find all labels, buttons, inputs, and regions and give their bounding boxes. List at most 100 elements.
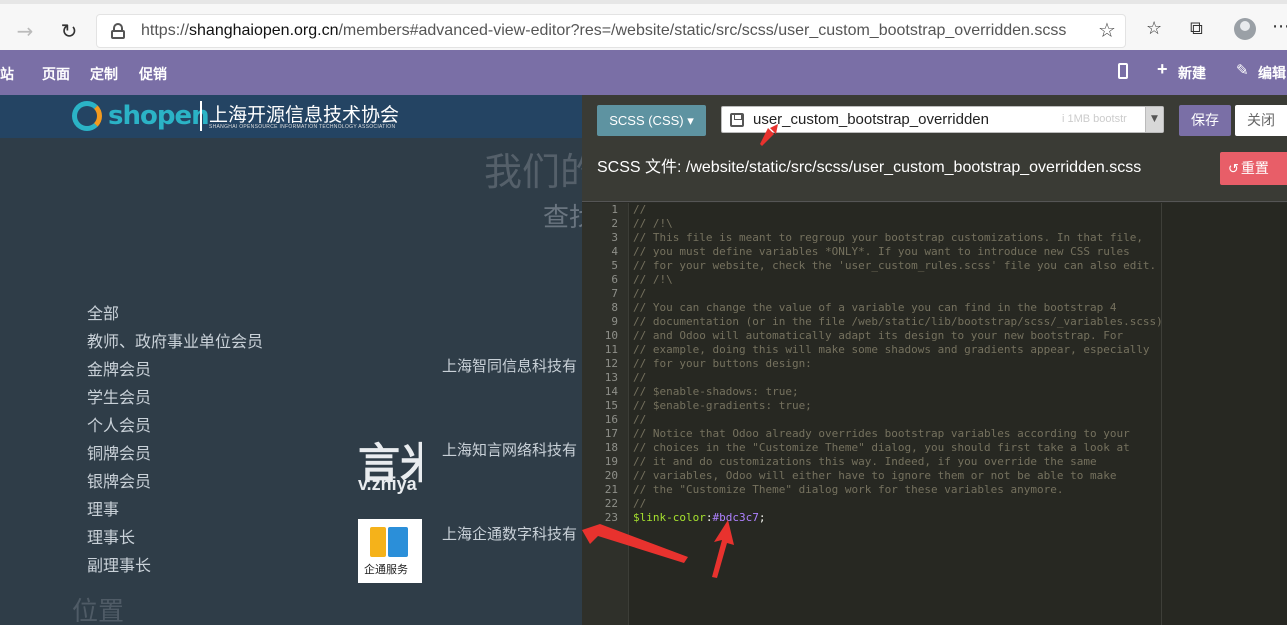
line-number: 16 [604, 413, 618, 426]
line-number: 4 [611, 245, 618, 258]
line-number: 17 [604, 427, 618, 440]
code-line[interactable]: // You can change the value of a variabl… [633, 301, 1116, 315]
reload-icon[interactable]: ↻ [56, 18, 82, 44]
category-item-director[interactable]: 理事 [87, 496, 263, 524]
editor-toolbar: SCSS (CSS) ▾ user_custom_bootstrap_overr… [582, 95, 1287, 202]
scss-variable: $link-color [633, 511, 706, 524]
undo-icon: ↺ [1228, 162, 1239, 177]
category-item-chairman[interactable]: 理事长 [87, 524, 263, 552]
back-arrow-icon[interactable]: → [12, 18, 38, 44]
file-type-label: SCSS (CSS) [609, 113, 684, 128]
code-line[interactable]: // This file is meant to regroup your bo… [633, 231, 1143, 245]
line-number: 13 [604, 371, 618, 384]
url-text[interactable]: https://shanghaiopen.org.cn/members#adva… [141, 22, 1066, 40]
code-line[interactable]: // [633, 371, 646, 385]
advanced-view-editor: SCSS (CSS) ▾ user_custom_bootstrap_overr… [582, 95, 1287, 625]
code-line[interactable]: // and Odoo will automatically adapt its… [633, 329, 1123, 343]
collections-icon[interactable]: ⧉ [1190, 18, 1203, 39]
qitong-logo[interactable]: 企通服务 [358, 519, 422, 583]
code-line[interactable]: // for your buttons design: [633, 357, 812, 371]
code-line[interactable]: // Notice that Odoo already overrides bo… [633, 427, 1130, 441]
save-button[interactable]: 保存 [1179, 105, 1231, 136]
category-item-individual[interactable]: 个人会员 [87, 412, 263, 440]
member-company-link[interactable]: 上海企通数字科技有 [442, 523, 577, 544]
category-item-teacher[interactable]: 教师、政府事业单位会员 [87, 328, 263, 356]
line-number: 18 [604, 441, 618, 454]
tab-strip [0, 0, 1287, 4]
code-editor[interactable]: //// /!\// This file is meant to regroup… [629, 203, 1287, 625]
line-number: 14 [604, 385, 618, 398]
line-number: 11 [604, 343, 618, 356]
line-number: 21 [604, 483, 618, 496]
favorites-icon[interactable]: ☆ [1146, 18, 1162, 39]
file-type-dropdown[interactable]: SCSS (CSS) ▾ [597, 105, 706, 136]
page-subtitle: 查找 [543, 202, 582, 232]
section-title: 位置 [72, 596, 125, 625]
code-line[interactable]: // $enable-gradients: true; [633, 399, 812, 413]
code-line[interactable]: // documentation (or in the file /web/st… [633, 315, 1163, 329]
odoo-top-nav: 站 页面 定制 促销 + 新建 ✎ 编辑 [0, 50, 1287, 95]
logo-english-name: SHANGHAI OPENSOURCE INFORMATION TECHNOLO… [209, 124, 396, 130]
nav-item-promote[interactable]: 促销 [139, 64, 167, 84]
line-number-gutter: 1 2 3 4 5 6 7 8 9 10 11 12 13 14 15 16 17 18 19 20 21 22 23 [582, 203, 629, 625]
mobile-preview-icon[interactable] [1118, 63, 1128, 79]
address-bar[interactable]: https://shanghaiopen.org.cn/members#adva… [96, 14, 1126, 48]
category-item-silver[interactable]: 银牌会员 [87, 468, 263, 496]
color-value: #bdc3c7 [712, 511, 759, 524]
file-path-label: SCSS 文件: /website/static/src/scss/user_c… [597, 159, 1142, 176]
code-line[interactable]: // example, doing this will make some sh… [633, 343, 1150, 357]
url-path: /members#advanced-view-editor?res=/websi… [338, 22, 1067, 39]
nav-item-customize[interactable]: 定制 [90, 64, 118, 84]
code-line[interactable]: $link-color:#bdc3c7; [633, 511, 765, 525]
code-line[interactable]: // you must define variables *ONLY*. If … [633, 245, 1130, 259]
code-line[interactable]: // [633, 497, 646, 511]
plus-icon[interactable]: + [1157, 59, 1168, 80]
code-line[interactable]: // variables, Odoo will either have to i… [633, 469, 1116, 483]
more-icon[interactable]: ⋯ [1272, 16, 1287, 37]
category-item-bronze[interactable]: 铜牌会员 [87, 440, 263, 468]
code-line[interactable]: // choices in the "Customize Theme" dial… [633, 441, 1130, 455]
nav-item-pages[interactable]: 页面 [42, 64, 70, 84]
line-number: 9 [611, 315, 618, 328]
chevron-down-icon[interactable]: ▼ [1145, 107, 1163, 132]
category-item-vice-chairman[interactable]: 副理事长 [87, 552, 263, 580]
avatar[interactable] [1234, 18, 1256, 40]
category-item-all[interactable]: 全部 [87, 300, 263, 328]
logo-mark [72, 101, 102, 131]
reset-button[interactable]: ↺ 重置 [1220, 152, 1287, 185]
category-item-student[interactable]: 学生会员 [87, 384, 263, 412]
pencil-icon[interactable]: ✎ [1236, 61, 1249, 79]
line-number: 23 [604, 511, 618, 524]
category-item-gold[interactable]: 金牌会员 [87, 356, 263, 384]
file-select[interactable]: user_custom_bootstrap_overridden i 1MB b… [721, 106, 1164, 133]
new-button[interactable]: 新建 [1178, 63, 1206, 83]
lock-icon[interactable] [111, 23, 125, 39]
zhiyan-logo[interactable]: 言米 v.zhiya [358, 432, 422, 494]
nav-item-site[interactable]: 站 [0, 64, 14, 84]
code-line[interactable]: // $enable-shadows: true; [633, 385, 799, 399]
page-title: 我们的 [484, 152, 582, 194]
line-number: 6 [611, 273, 618, 286]
logo-separator [200, 101, 202, 131]
zhiyan-logo-domain: v.zhiya [358, 474, 417, 494]
url-host: shanghaiopen.org.cn [189, 22, 339, 39]
code-line[interactable]: // /!\ [633, 273, 673, 287]
code-line[interactable]: // for your website, check the 'user_cus… [633, 259, 1156, 273]
line-number: 2 [611, 217, 618, 230]
edit-button[interactable]: 编辑 [1258, 63, 1286, 83]
star-icon[interactable]: ☆ [1098, 18, 1116, 42]
close-button[interactable]: 关闭 [1235, 105, 1287, 136]
member-company-link[interactable]: 上海智同信息科技有 [442, 355, 577, 376]
code-line[interactable]: // it and do customizations this way. In… [633, 455, 1097, 469]
code-line[interactable]: // the "Customize Theme" dialog work for… [633, 483, 1063, 497]
file-select-hint: i 1MB bootstr [1062, 113, 1127, 125]
code-line[interactable]: // /!\ [633, 217, 673, 231]
code-line[interactable]: // [633, 287, 646, 301]
logo-chinese-name: 上海开源信息技术协会 [209, 105, 400, 126]
code-line[interactable]: // [633, 413, 646, 427]
site-header: shopen 上海开源信息技术协会 SHANGHAI OPENSOURCE IN… [0, 95, 582, 138]
line-number: 22 [604, 497, 618, 510]
semicolon: ; [758, 511, 766, 524]
member-company-link[interactable]: 上海知言网络科技有 [442, 439, 577, 460]
code-line[interactable]: // [633, 203, 646, 217]
